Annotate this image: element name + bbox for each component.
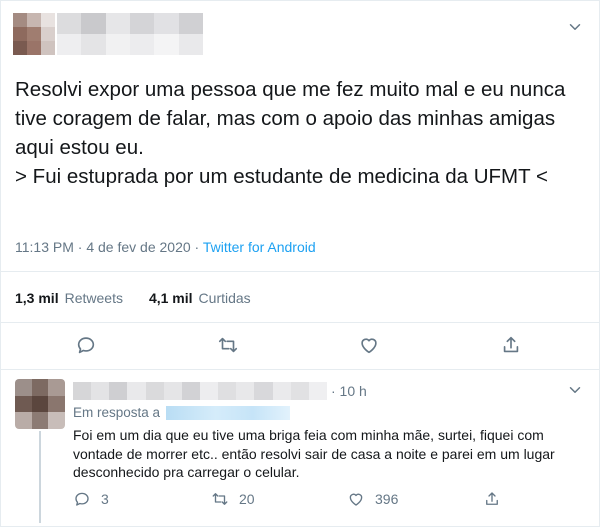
retweets-label[interactable]: Retweets [65,290,123,306]
reply-actions: 3 20 396 [73,490,513,510]
reply-context: Em resposta a [73,405,291,420]
reply-text: Foi em um dia que eu tive uma briga feia… [73,427,555,480]
reply-time[interactable]: · 10 h [331,383,367,399]
heart-icon[interactable] [358,334,380,356]
reply-author-avatar[interactable] [15,379,65,429]
tweet-metadata: 11:13 PM · 4 de fev de 2020 · Twitter fo… [15,239,316,255]
tweet-time[interactable]: 11:13 PM · 4 de fev de 2020 · [15,239,199,255]
likes-label[interactable]: Curtidas [199,290,251,306]
share-icon[interactable] [500,334,522,356]
heart-icon [349,493,363,506]
author-avatar[interactable] [13,13,55,55]
retweet-icon[interactable] [217,334,239,356]
retweet-count: 20 [239,491,255,507]
divider [1,369,599,370]
author-name-blurred[interactable] [57,13,203,55]
reply-count: 3 [101,491,109,507]
tweet-card: Resolvi expor uma pessoa que me fez muit… [0,0,600,527]
share-icon [486,492,498,505]
thread-line [39,431,41,523]
tweet-actions [1,334,599,360]
likes-count[interactable]: 4,1 mil [149,290,193,306]
reply-like-button[interactable]: 396 [347,490,398,508]
reply-icon[interactable] [75,334,97,356]
reply-author-name-blurred[interactable] [73,382,327,400]
retweet-icon [212,493,228,505]
reply-retweet-button[interactable]: 20 [211,490,255,508]
replied-handle-blurred[interactable] [166,405,291,420]
tweet-stats: 1,3 mil Retweets 4,1 mil Curtidas [15,290,251,306]
retweets-count[interactable]: 1,3 mil [15,290,59,306]
reply-share-button[interactable] [483,490,501,508]
reply-icon [75,492,89,506]
tweet-text: Resolvi expor uma pessoa que me fez muit… [15,78,566,188]
chevron-down-icon[interactable] [566,18,584,36]
chevron-down-icon[interactable] [566,381,584,399]
reply-reply-button[interactable]: 3 [73,490,109,508]
in-reply-to-label: Em resposta a [73,405,161,420]
divider [1,322,599,323]
divider [1,271,599,272]
like-count: 396 [375,491,399,507]
tweet-source-link[interactable]: Twitter for Android [203,239,316,255]
